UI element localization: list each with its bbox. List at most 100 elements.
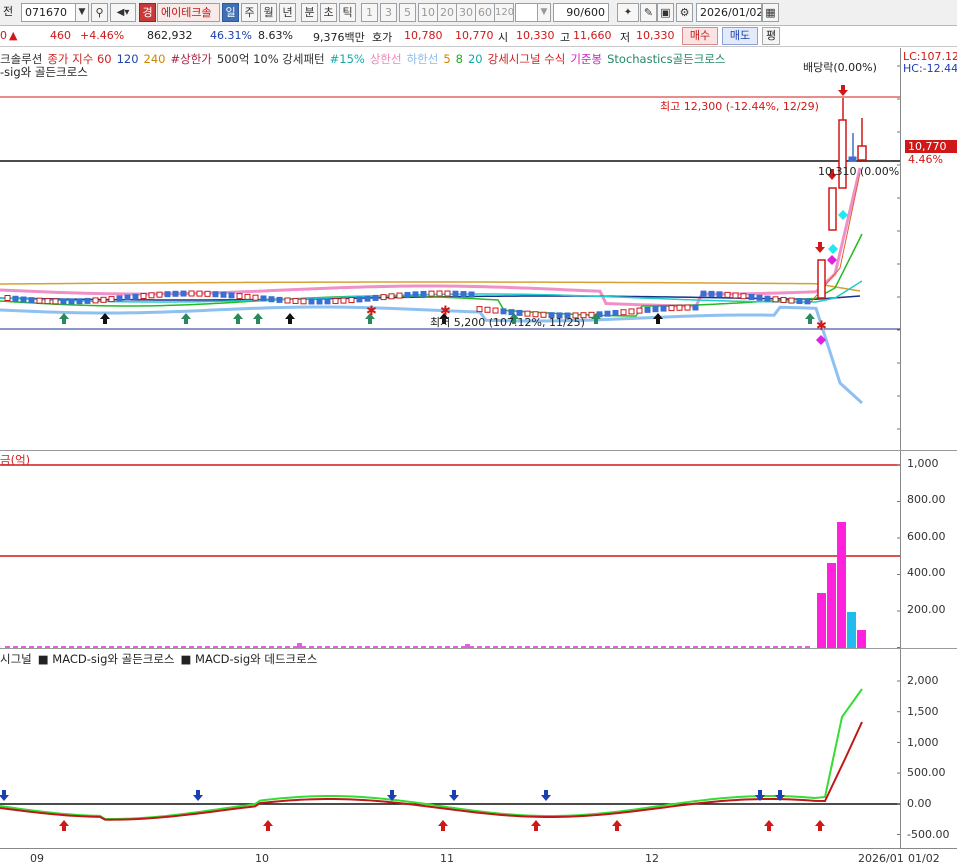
amount-bar [847,612,856,648]
save-icon[interactable]: ▣ [657,3,674,22]
date-input[interactable]: 2026/01/02 [696,3,762,22]
candle [476,306,483,313]
price-chart-panel[interactable]: ✱ ✱ ✱ 최고 12,300 (-12.44%, 12/29) 최저 5,200 (1… [0,48,900,450]
candle [140,293,147,300]
legend-item[interactable]: 기준봉 [570,52,602,66]
macd-up-arrow [263,820,273,831]
minute-120[interactable]: 120 [494,3,514,22]
buy-button[interactable]: 매수 [682,27,718,45]
sell-button[interactable]: 매도 [722,27,758,45]
macd-tick: 500.00 [907,766,946,779]
candle [220,291,227,298]
candle [244,293,251,300]
search-icon[interactable]: ⚲ [91,3,108,22]
flat-button[interactable]: 평 [762,27,780,45]
candle [276,296,283,303]
candle [212,291,219,298]
candle [732,292,739,299]
minute-1[interactable]: 1 [361,3,378,22]
macd-legend-item[interactable]: ■ MACD-sig와 데드크로스 [181,652,318,666]
candle [164,291,171,298]
macd-legend-item[interactable]: ■ MACD-sig와 골든크로스 [38,652,175,666]
candle [172,290,179,297]
minute-3[interactable]: 3 [380,3,397,22]
candle [612,309,619,316]
candle [660,305,667,312]
low-annotation: 최저 5,200 (107.12%, 11/25) [430,316,585,329]
macd-axis: 2,000 1,500 1,000 500.00 0.00 -500.00 [900,649,957,848]
macd-up-arrow [438,820,448,831]
high-annotation: 최고 12,300 (-12.44%, 12/29) [660,100,819,113]
period-day[interactable]: 일 [222,3,239,22]
gear-icon[interactable]: ⚙ [676,3,693,22]
minute-30[interactable]: 30 [456,3,476,22]
amount-axis: 1,000 800.00 600.00 400.00 200.00 [900,451,957,648]
minute-10[interactable]: 10 [418,3,438,22]
period-month[interactable]: 월 [260,3,277,22]
code-dropdown-icon[interactable]: ▼ [75,3,89,22]
amount-chart-panel[interactable]: 금(억) [0,451,900,648]
candle [652,306,659,313]
candle [52,298,59,305]
amount-tick: 600.00 [907,530,946,543]
candle [756,294,763,301]
legend-item[interactable]: 8 [456,52,463,66]
custom-period-dropdown-icon[interactable]: ▼ [537,3,551,22]
amount-bar [857,630,866,648]
sound-icon[interactable]: ◀▾ [110,3,136,22]
signal-up-arrow [285,313,295,324]
legend-item[interactable]: #15% [330,52,365,66]
candle [508,309,515,316]
legend-item[interactable]: Stochastics골든크로스 [607,52,725,66]
tool-icon[interactable]: ✎ [640,3,657,22]
candle [780,297,787,304]
legend-item[interactable]: 상한선 [370,52,402,66]
legend-item[interactable]: 20 [468,52,483,66]
candle [44,298,51,305]
legend-item[interactable]: 5 [443,52,450,66]
ask-label: 호가 [372,31,393,44]
period-year[interactable]: 년 [279,3,296,22]
macd-down-arrow [193,790,203,801]
minute-20[interactable]: 20 [437,3,457,22]
period-second[interactable]: 초 [320,3,337,22]
calendar-icon[interactable]: ▦ [762,3,779,22]
period-minute[interactable]: 분 [301,3,318,22]
macd-up-arrow [764,820,774,831]
indicator-icon[interactable]: ✦ [617,3,639,22]
date-label: 10 [255,852,269,865]
legend-item[interactable]: 하한선 [407,52,439,66]
date-label: 01/02 [908,852,940,865]
candle [396,292,403,299]
candle [452,290,459,297]
legend-item[interactable]: #상한가 [171,52,212,66]
legend-item[interactable]: 120 [117,52,139,66]
macd-tick: -500.00 [907,828,950,841]
candle [100,296,107,303]
ma-8-line [0,233,863,317]
candle [332,298,339,305]
macd-legend-item[interactable]: 시그널 [0,652,32,666]
legend-item[interactable]: 240 [144,52,166,66]
minute-5[interactable]: 5 [399,3,416,22]
candle [92,297,99,304]
candle [748,294,755,301]
data-count-input[interactable]: 90/600 [553,3,609,22]
up-arrow-icon: ▲ [9,29,18,42]
candle [156,291,163,298]
minute-60[interactable]: 60 [475,3,495,22]
period-week[interactable]: 주 [241,3,258,22]
candle [796,298,803,305]
period-tick[interactable]: 틱 [339,3,356,22]
signal-up-arrow [253,313,263,324]
candle [636,307,643,314]
candle [300,298,307,305]
macd-chart-panel[interactable]: 시그널 ■ MACD-sig와 골든크로스 ■ MACD-sig와 데드크로스 [0,649,900,848]
signal-diamond [838,210,848,220]
chart-toolbar: 전 071670 ▼ ⚲ ◀▾ 경 에이테크솔 일 주 월 년 분 초 틱 1 … [0,0,957,26]
candle [76,298,83,305]
candle [500,308,507,315]
candle [20,296,27,303]
legend-item[interactable]: 500억 10% 강세패턴 [217,52,325,66]
legend-item[interactable]: 강세시그널 수식 [488,52,566,66]
